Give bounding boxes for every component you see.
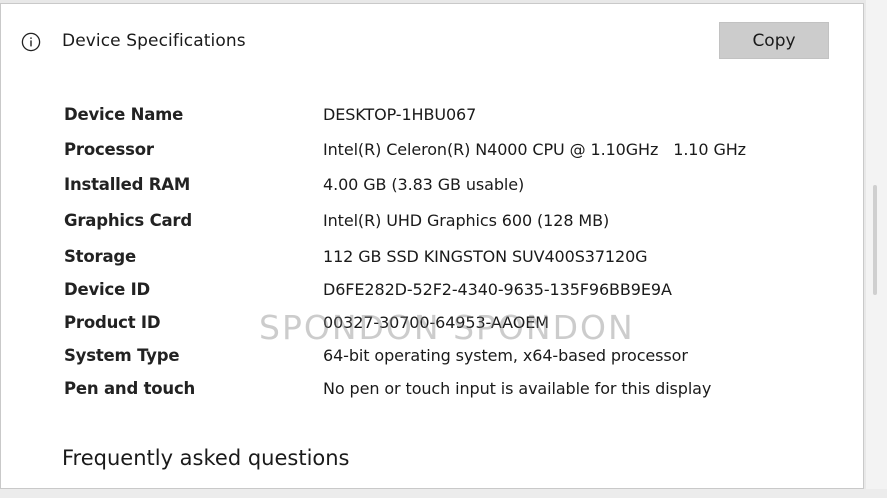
spec-row-graphics-card: Graphics Card Intel(R) UHD Graphics 600 … [1, 211, 863, 241]
spec-row-device-name: Device Name DESKTOP-1HBU067 [1, 105, 863, 135]
device-specifications-panel: Device Specifications Copy Device Name D… [0, 3, 864, 489]
section-title: Device Specifications [62, 31, 246, 51]
spec-row-pen-and-touch: Pen and touch No pen or touch input is a… [1, 379, 863, 409]
spec-label: Device Name [64, 105, 184, 124]
spec-label: Product ID [64, 313, 161, 332]
spec-label: Processor [64, 140, 154, 159]
spec-value: Intel(R) Celeron(R) N4000 CPU @ 1.10GHz … [323, 140, 746, 159]
spec-label: Device ID [64, 280, 151, 299]
scrollbar[interactable] [873, 185, 877, 295]
spec-label: Pen and touch [64, 379, 196, 398]
spec-row-device-id: Device ID D6FE282D-52F2-4340-9635-135F96… [1, 280, 863, 310]
spec-label: System Type [64, 346, 180, 365]
panel-header: Device Specifications Copy [1, 4, 863, 74]
spec-row-processor: Processor Intel(R) Celeron(R) N4000 CPU … [1, 140, 863, 170]
spec-row-storage: Storage 112 GB SSD KINGSTON SUV400S37120… [1, 247, 863, 277]
copy-button[interactable]: Copy [719, 22, 829, 59]
bottom-edge [0, 489, 887, 498]
spec-row-installed-ram: Installed RAM 4.00 GB (3.83 GB usable) [1, 175, 863, 205]
spec-row-system-type: System Type 64-bit operating system, x64… [1, 346, 863, 376]
info-icon [21, 32, 41, 52]
spec-value: 4.00 GB (3.83 GB usable) [323, 175, 525, 194]
spec-value: 112 GB SSD KINGSTON SUV400S37120G [323, 247, 648, 266]
spec-value: Intel(R) UHD Graphics 600 (128 MB) [323, 211, 610, 230]
spec-value: 00327-30700-64953-AAOEM [323, 313, 549, 332]
spec-value: No pen or touch input is available for t… [323, 379, 712, 398]
faq-heading[interactable]: Frequently asked questions [62, 446, 350, 470]
spec-label: Storage [64, 247, 136, 266]
spec-label: Installed RAM [64, 175, 191, 194]
spec-row-product-id: Product ID 00327-30700-64953-AAOEM [1, 313, 863, 343]
spec-value: DESKTOP-1HBU067 [323, 105, 477, 124]
spec-label: Graphics Card [64, 211, 192, 230]
spec-value: 64-bit operating system, x64-based proce… [323, 346, 688, 365]
spec-value: D6FE282D-52F2-4340-9635-135F96BB9E9A [323, 280, 672, 299]
